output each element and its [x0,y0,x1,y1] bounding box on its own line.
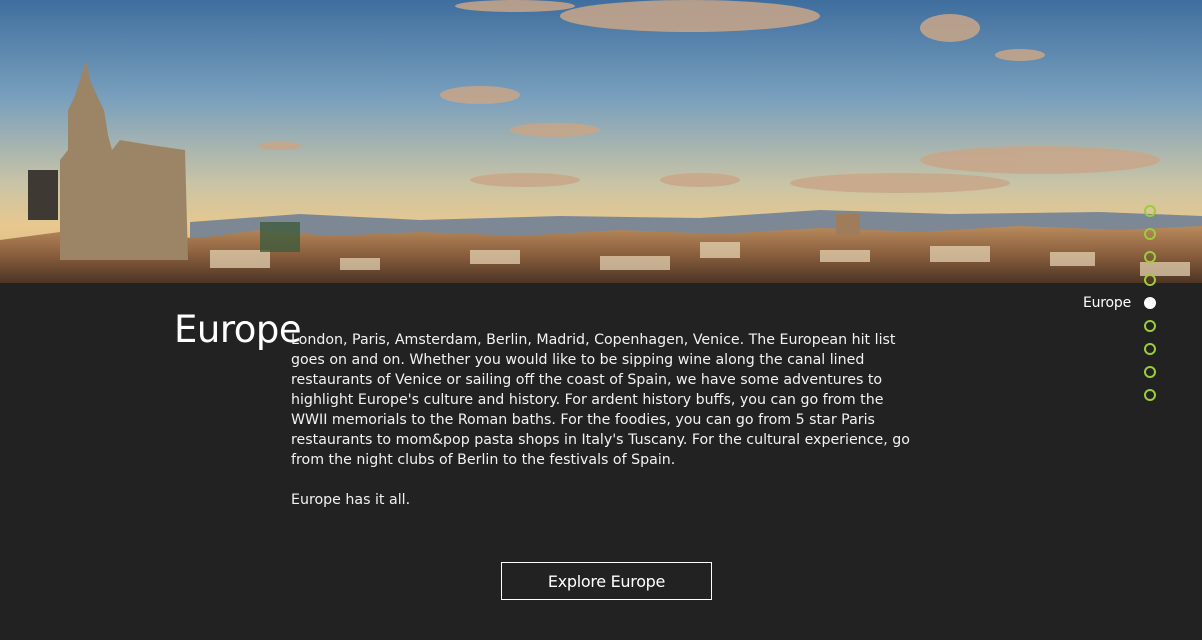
anchor-dot-icon [1144,342,1156,355]
anchor-dot-icon [1144,227,1156,240]
anchor-item-4[interactable] [1131,268,1156,291]
anchor-dot-active-icon [1144,296,1156,309]
anchor-item-2[interactable] [1131,222,1156,245]
anchor-item-9[interactable] [1131,383,1156,406]
anchor-dot-icon [1144,365,1156,378]
anchor-item-1[interactable] [1131,199,1156,222]
anchor-menu: Europe [1083,199,1156,406]
anchor-dot-icon [1144,204,1156,217]
hero-image [0,0,1202,283]
anchor-item-europe[interactable]: Europe [1083,291,1156,314]
anchor-item-6[interactable] [1131,314,1156,337]
description-paragraph: London, Paris, Amsterdam, Berlin, Madrid… [291,332,910,468]
anchor-dot-icon [1144,250,1156,263]
anchor-item-8[interactable] [1131,360,1156,383]
section-title: Europe [174,307,302,351]
anchor-item-7[interactable] [1131,337,1156,360]
anchor-item-3[interactable] [1131,245,1156,268]
anchor-dot-icon [1144,319,1156,332]
anchor-dot-icon [1144,388,1156,401]
anchor-label-europe: Europe [1082,294,1131,311]
anchor-dot-icon [1144,273,1156,286]
description-paragraph: Europe has it all. [291,492,411,508]
section-description: London, Paris, Amsterdam, Berlin, Madrid… [291,330,916,510]
explore-europe-button[interactable]: Explore Europe [501,562,712,600]
